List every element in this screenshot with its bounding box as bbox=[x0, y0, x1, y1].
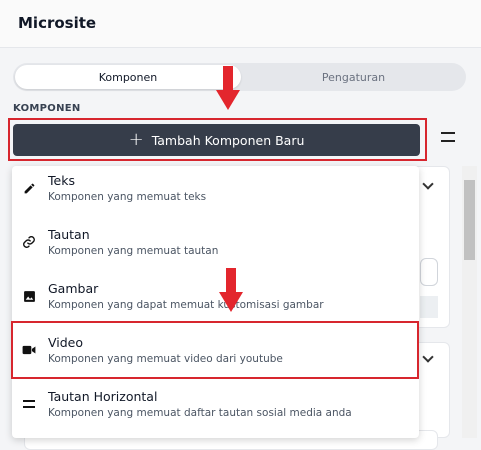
dropdown-item-tautan[interactable]: Tautan Komponen yang memuat tautan bbox=[12, 220, 419, 274]
red-arrow-icon bbox=[216, 66, 240, 110]
item-name: Teks bbox=[48, 173, 75, 188]
item-desc: Komponen yang memuat tautan bbox=[48, 245, 219, 257]
link-icon bbox=[22, 235, 36, 249]
item-name: Tautan Horizontal bbox=[48, 389, 158, 404]
item-desc: Komponen yang dapat memuat kustomisasi g… bbox=[48, 299, 324, 311]
item-desc: Komponen yang memuat daftar tautan sosia… bbox=[48, 407, 352, 419]
page-title: Microsite bbox=[18, 14, 97, 32]
image-icon bbox=[22, 289, 36, 303]
menu-icon[interactable] bbox=[441, 132, 455, 142]
component-dropdown: Teks Komponen yang memuat teks Tautan Ko… bbox=[12, 166, 419, 438]
background-strip bbox=[420, 296, 438, 318]
dropdown-item-tautan-horizontal[interactable]: Tautan Horizontal Komponen yang memuat d… bbox=[12, 382, 419, 436]
tab-komponen[interactable]: Komponen bbox=[15, 65, 241, 89]
red-arrow-icon bbox=[219, 268, 243, 312]
background-input bbox=[420, 258, 438, 286]
highlight-box-video bbox=[11, 321, 419, 379]
app-header: Microsite bbox=[0, 0, 481, 48]
section-label: KOMPONEN bbox=[13, 103, 81, 114]
item-name: Tautan bbox=[48, 227, 90, 242]
dropdown-item-gambar[interactable]: Gambar Komponen yang dapat memuat kustom… bbox=[12, 274, 419, 328]
tab-pengaturan[interactable]: Pengaturan bbox=[243, 65, 464, 89]
highlight-box-add-button bbox=[8, 118, 427, 161]
horizontal-lines-icon bbox=[22, 397, 36, 411]
scrollbar-thumb[interactable] bbox=[464, 180, 475, 260]
dropdown-item-teks[interactable]: Teks Komponen yang memuat teks bbox=[12, 166, 419, 220]
pencil-icon bbox=[22, 181, 36, 195]
item-name: Gambar bbox=[48, 281, 99, 296]
item-desc: Komponen yang memuat teks bbox=[48, 191, 207, 203]
